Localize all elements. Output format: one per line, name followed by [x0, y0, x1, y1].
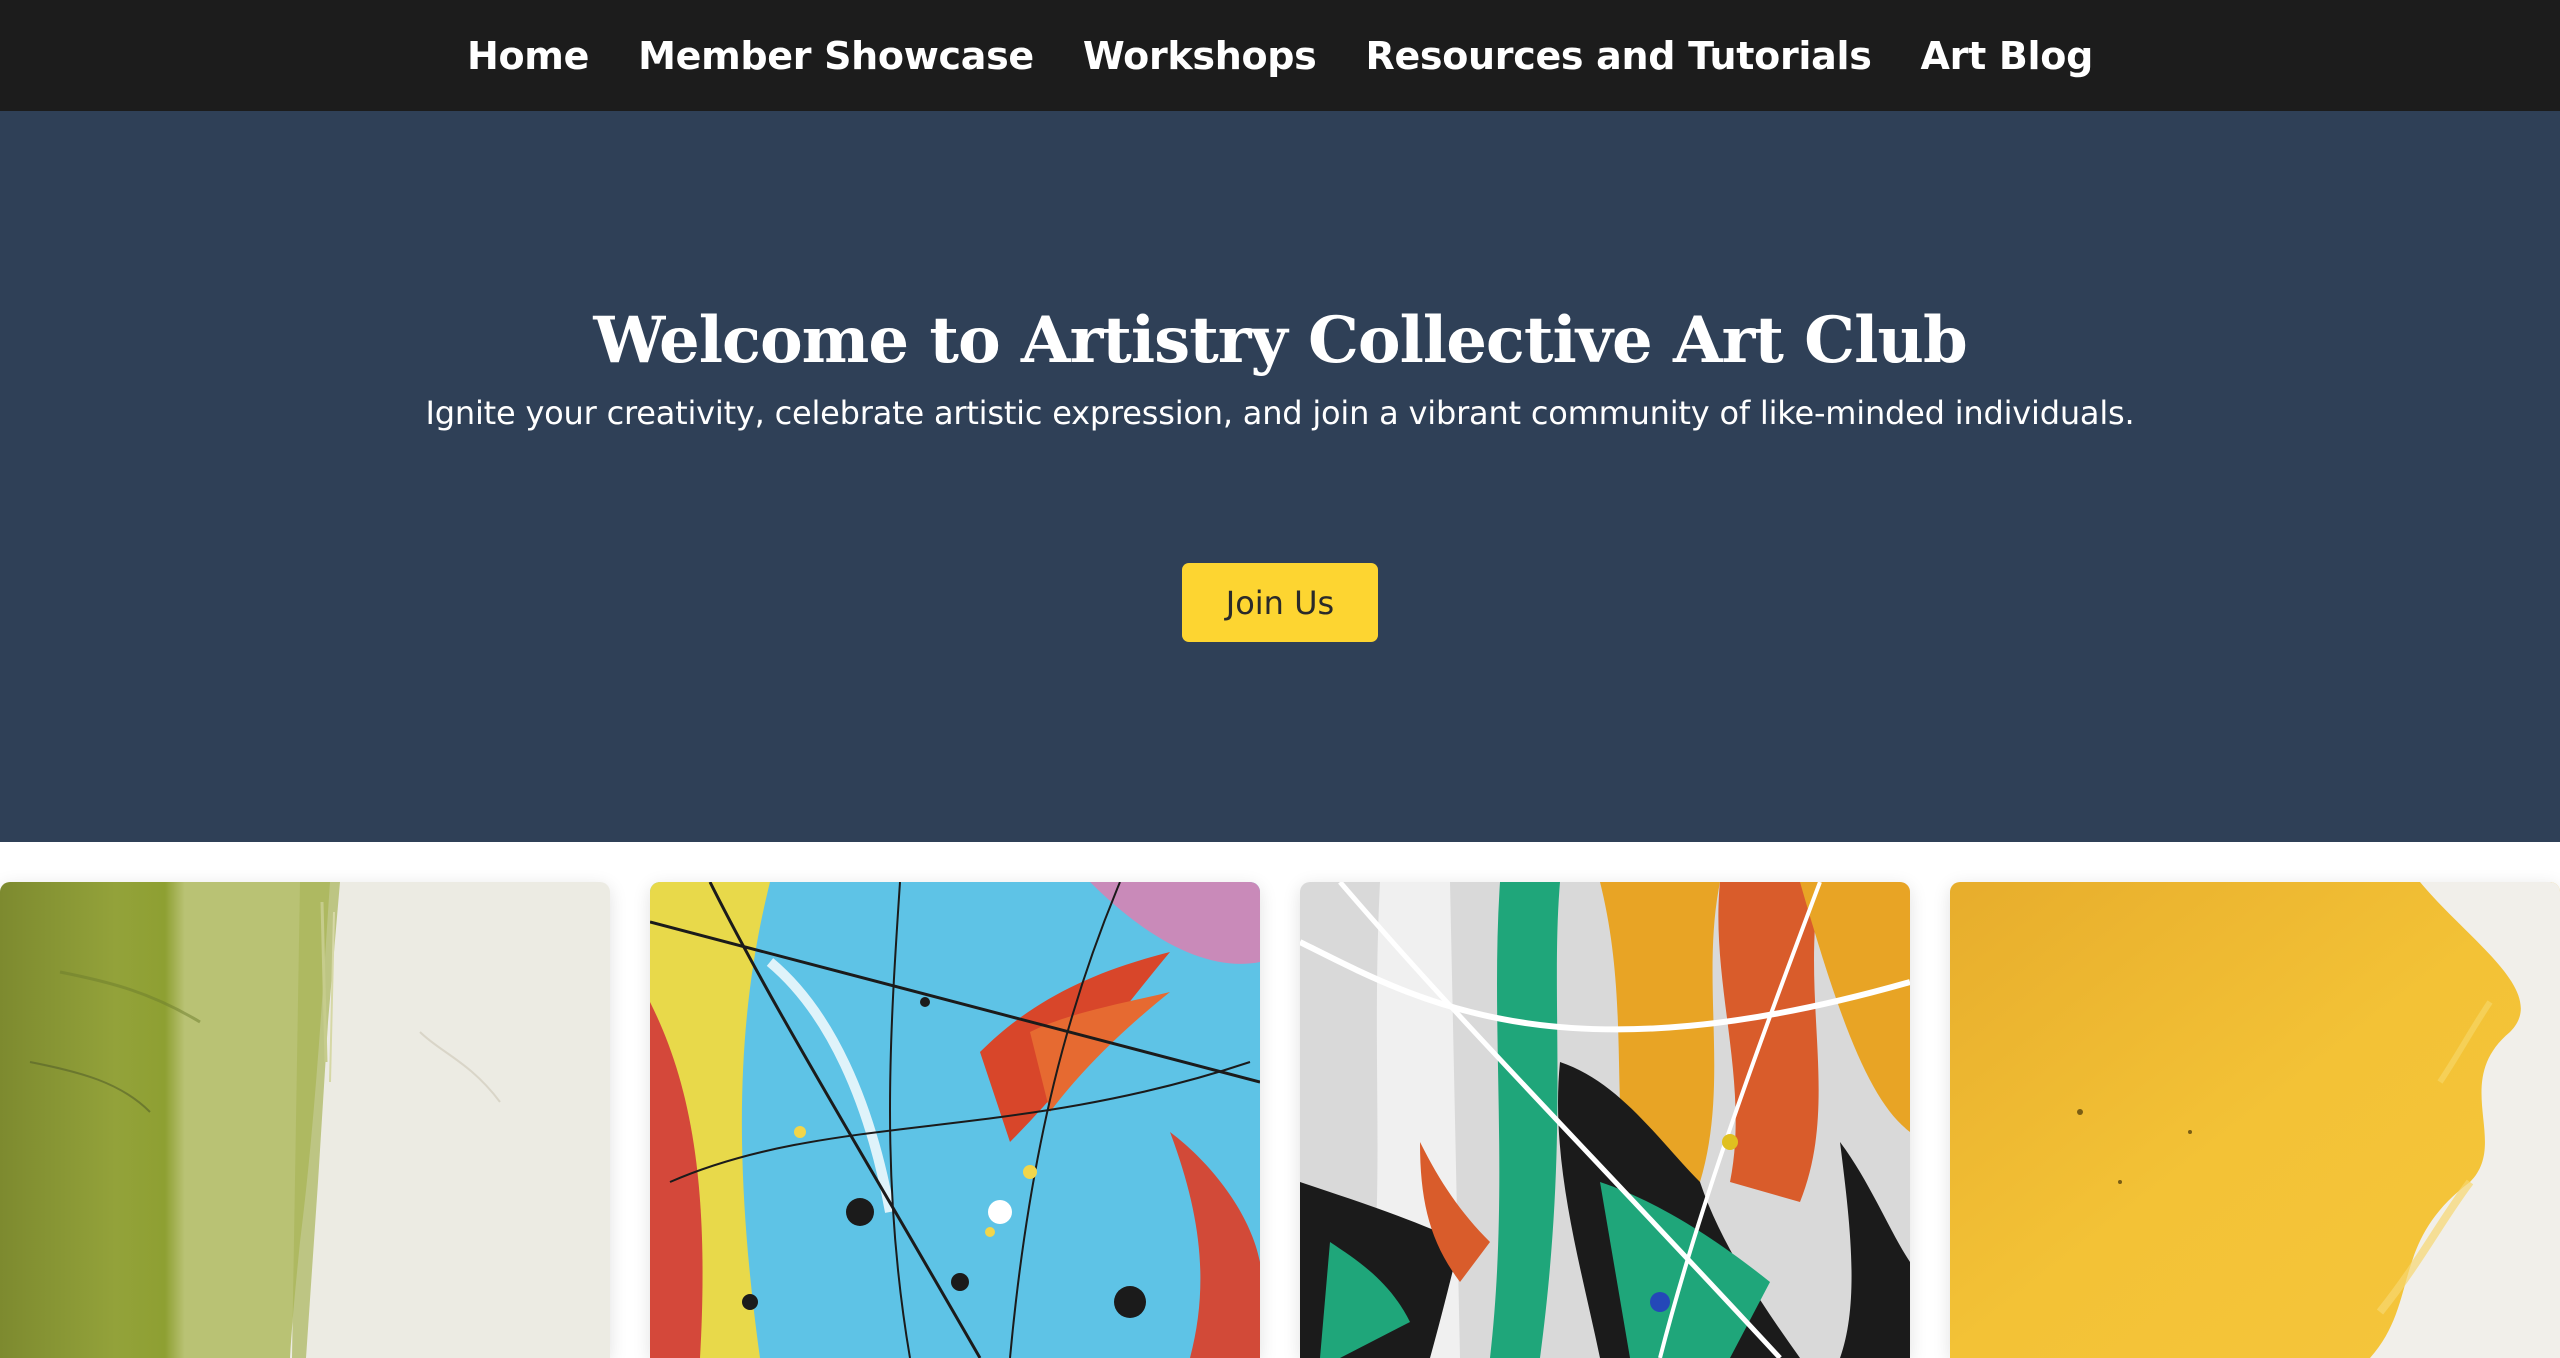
join-us-button[interactable]: Join Us — [1182, 563, 1378, 642]
nav-item-resources: Resources and Tutorials — [1365, 34, 1871, 78]
gallery-card[interactable] — [650, 882, 1260, 1358]
nav-link-resources-and-tutorials[interactable]: Resources and Tutorials — [1365, 34, 1871, 78]
gallery-card[interactable] — [1950, 882, 2560, 1358]
gallery-card[interactable] — [0, 882, 610, 1358]
green-white-abstract-painting-image — [0, 882, 610, 1358]
nav-item-art-blog: Art Blog — [1921, 34, 2094, 78]
nav-item-member-showcase: Member Showcase — [638, 34, 1034, 78]
gallery-section — [0, 882, 2560, 1358]
hero-title: Welcome to Artistry Collective Art Club — [593, 303, 1967, 378]
gallery-card[interactable] — [1300, 882, 1910, 1358]
blue-splatter-abstract-painting-image — [650, 882, 1260, 1358]
nav-item-home: Home — [467, 34, 589, 78]
yellow-white-abstract-painting-image — [1950, 882, 2560, 1358]
hero-section: Welcome to Artistry Collective Art Club … — [0, 111, 2560, 842]
nav-item-workshops: Workshops — [1083, 34, 1317, 78]
nav-link-workshops[interactable]: Workshops — [1083, 34, 1317, 78]
nav-link-member-showcase[interactable]: Member Showcase — [638, 34, 1034, 78]
green-orange-drip-abstract-painting-image — [1300, 882, 1910, 1358]
top-navigation: Home Member Showcase Workshops Resources… — [0, 0, 2560, 111]
hero-subtitle: Ignite your creativity, celebrate artist… — [425, 394, 2135, 432]
nav-link-home[interactable]: Home — [467, 34, 589, 78]
nav-link-art-blog[interactable]: Art Blog — [1921, 34, 2094, 78]
nav-list: Home Member Showcase Workshops Resources… — [467, 34, 2093, 78]
